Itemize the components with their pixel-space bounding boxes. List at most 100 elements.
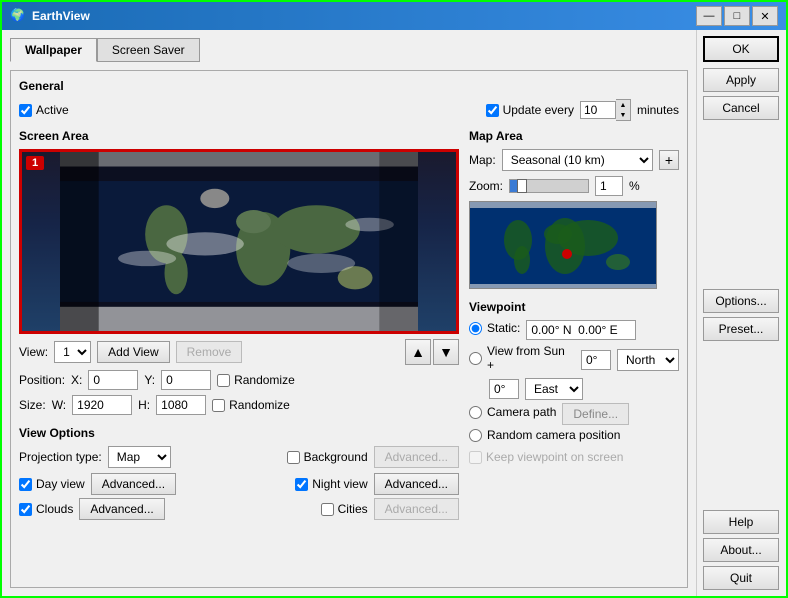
projection-label: Projection type: (19, 450, 102, 464)
north-select[interactable]: North South (617, 349, 679, 371)
nav-arrows: ▲ ▼ (405, 339, 459, 365)
window-controls: — □ ✕ (696, 6, 778, 26)
randomize-size-label[interactable]: Randomize (212, 398, 290, 412)
active-checkbox[interactable] (19, 104, 32, 117)
add-view-button[interactable]: Add View (97, 341, 169, 363)
cities-label: Cities (338, 502, 368, 516)
background-checkbox[interactable] (287, 451, 300, 464)
map-select[interactable]: Seasonal (10 km) Daily (1 km) (502, 149, 653, 171)
update-increment-btn[interactable]: ▲ (616, 100, 630, 110)
view-from-sun-radio-label[interactable]: View from Sun + (469, 344, 575, 372)
screen-area-section: Screen Area 1 (19, 129, 459, 525)
day-view-checkbox-label[interactable]: Day view (19, 477, 85, 491)
map-label: Map: (469, 153, 496, 167)
clouds-checkbox[interactable] (19, 503, 32, 516)
remove-button: Remove (176, 341, 243, 363)
update-checkbox[interactable] (486, 104, 499, 117)
keep-viewpoint-checkbox (469, 451, 482, 464)
view-from-sun-radio[interactable] (469, 352, 482, 365)
day-view-checkbox[interactable] (19, 478, 32, 491)
x-input[interactable] (88, 370, 138, 390)
night-view-label: Night view (312, 477, 367, 491)
advanced-clouds-button[interactable]: Advanced... (79, 498, 164, 520)
advanced-day-button[interactable]: Advanced... (91, 473, 176, 495)
position-label: Position: (19, 373, 65, 387)
w-input[interactable] (72, 395, 132, 415)
projection-select[interactable]: Map Globe (108, 446, 171, 468)
night-view-checkbox-label[interactable]: Night view (295, 477, 367, 491)
cities-checkbox-label[interactable]: Cities (321, 502, 368, 516)
random-camera-radio[interactable] (469, 429, 482, 442)
active-checkbox-label[interactable]: Active (19, 103, 69, 117)
about-button[interactable]: About... (703, 538, 779, 562)
view-select[interactable]: 1 (54, 341, 91, 363)
cancel-button[interactable]: Cancel (703, 96, 779, 120)
static-coord-input[interactable] (526, 320, 636, 340)
view-options-title: View Options (19, 426, 459, 440)
x-label: X: (71, 373, 82, 387)
quit-button[interactable]: Quit (703, 566, 779, 590)
maximize-button[interactable]: □ (724, 6, 750, 26)
main-content: Wallpaper Screen Saver General Active (2, 30, 696, 596)
down-arrow-btn[interactable]: ▼ (433, 339, 459, 365)
east-value-input[interactable] (489, 379, 519, 399)
randomize-position-checkbox[interactable] (217, 374, 230, 387)
general-section: General Active Update every (19, 79, 679, 121)
app-icon: 🌍 (10, 8, 26, 24)
up-arrow-btn[interactable]: ▲ (405, 339, 431, 365)
right-button-panel: OK Apply Cancel Options... Preset... Hel… (696, 30, 786, 596)
update-value-input[interactable] (580, 101, 616, 119)
static-radio[interactable] (469, 322, 482, 335)
ok-button[interactable]: OK (703, 36, 779, 62)
map-area-title: Map Area (469, 129, 679, 143)
options-button[interactable]: Options... (703, 289, 779, 313)
w-label: W: (52, 398, 66, 412)
static-radio-label[interactable]: Static: (469, 321, 520, 335)
day-view-label: Day view (36, 477, 85, 491)
view-label: View: (19, 345, 48, 359)
tab-screensaver[interactable]: Screen Saver (97, 38, 200, 62)
apply-button[interactable]: Apply (703, 68, 779, 92)
window-title: EarthView (32, 9, 696, 23)
sun-value-input[interactable] (581, 350, 611, 370)
minutes-label: minutes (637, 103, 679, 117)
close-button[interactable]: ✕ (752, 6, 778, 26)
cities-checkbox[interactable] (321, 503, 334, 516)
map-plus-button[interactable]: + (659, 150, 679, 170)
right-content: Map Area Map: Seasonal (10 km) Daily (1 … (469, 129, 679, 525)
camera-path-radio[interactable] (469, 406, 482, 419)
earth-preview[interactable]: 1 (19, 149, 459, 334)
background-label: Background (304, 450, 368, 464)
screen-area-title: Screen Area (19, 129, 459, 143)
update-spinner[interactable]: ▲ ▼ (580, 99, 631, 121)
tab-bar: Wallpaper Screen Saver (10, 38, 688, 62)
update-checkbox-label[interactable]: Update every (486, 103, 574, 117)
tab-wallpaper[interactable]: Wallpaper (10, 38, 97, 62)
preset-button[interactable]: Preset... (703, 317, 779, 341)
zoom-slider[interactable] (509, 179, 589, 193)
zoom-label: Zoom: (469, 179, 503, 193)
advanced-night-button[interactable]: Advanced... (374, 473, 459, 495)
keep-viewpoint-label: Keep viewpoint on screen (486, 450, 623, 464)
east-select[interactable]: East West (525, 378, 583, 400)
zoom-value-input[interactable] (595, 176, 623, 196)
map-mini-preview[interactable] (469, 201, 657, 289)
clouds-checkbox-label[interactable]: Clouds (19, 502, 73, 516)
zoom-percent-label: % (629, 179, 640, 193)
h-input[interactable] (156, 395, 206, 415)
define-button: Define... (562, 403, 629, 425)
minimize-button[interactable]: — (696, 6, 722, 26)
update-decrement-btn[interactable]: ▼ (616, 110, 630, 120)
screen-badge: 1 (26, 156, 44, 170)
y-input[interactable] (161, 370, 211, 390)
help-button[interactable]: Help (703, 510, 779, 534)
background-checkbox-label[interactable]: Background (287, 450, 368, 464)
randomize-size-checkbox[interactable] (212, 399, 225, 412)
camera-path-radio-label[interactable]: Camera path (469, 405, 556, 419)
map-area-section: Map Area Map: Seasonal (10 km) Daily (1 … (469, 129, 679, 294)
view-from-sun-row: View from Sun + North South (469, 344, 679, 400)
keep-viewpoint-checkbox-label: Keep viewpoint on screen (469, 450, 623, 464)
random-camera-radio-label[interactable]: Random camera position (469, 428, 620, 442)
night-view-checkbox[interactable] (295, 478, 308, 491)
randomize-position-label[interactable]: Randomize (217, 373, 295, 387)
